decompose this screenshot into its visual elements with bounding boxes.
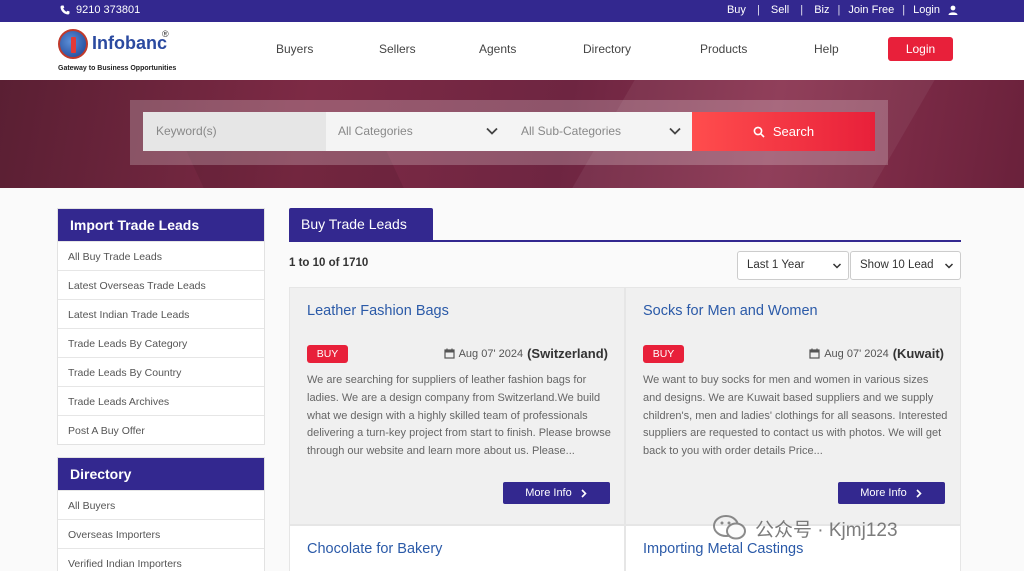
wechat-icon	[713, 515, 746, 540]
category-select-value: All Categories	[338, 124, 413, 138]
watermark-text: 公众号 · Kjmj123	[755, 519, 898, 541]
directory-panel: Directory All Buyers Overseas Importers …	[57, 457, 265, 571]
logo-registered-mark: ®	[162, 29, 169, 39]
sidebar-item-overseas-importers[interactable]: Overseas Importers	[58, 519, 264, 548]
site-header: Infobanc ® Gateway to Business Opportuni…	[0, 22, 1024, 80]
chevron-down-icon	[486, 127, 498, 135]
sidebar-item-trade-leads-archives[interactable]: Trade Leads Archives	[58, 386, 264, 415]
user-icon[interactable]	[948, 5, 958, 15]
tab-bar: Buy Trade Leads	[289, 208, 961, 242]
trade-lead-description: We want to buy socks for men and women i…	[643, 374, 948, 458]
trade-lead-title[interactable]: Leather Fashion Bags	[307, 303, 449, 319]
sidebar-item-latest-indian-trade-leads[interactable]: Latest Indian Trade Leads	[58, 299, 264, 328]
trade-lead-title[interactable]: Socks for Men and Women	[643, 303, 818, 319]
subcategory-select[interactable]: All Sub-Categories	[509, 112, 692, 151]
buy-badge: BUY	[307, 345, 348, 363]
trade-lead-description: We are searching for suppliers of leathe…	[307, 374, 611, 458]
import-trade-leads-panel: Import Trade Leads All Buy Trade Leads L…	[57, 208, 265, 445]
topbar-biz-link[interactable]: Biz	[814, 4, 829, 16]
infobanc-logo[interactable]: Infobanc ® Gateway to Business Opportuni…	[58, 27, 178, 73]
search-icon	[753, 126, 765, 138]
top-bar: 9210 373801 Buy | Sell | Biz | Join Free…	[0, 0, 1024, 22]
calendar-icon	[443, 348, 455, 359]
more-info-button[interactable]: More Info	[838, 482, 945, 504]
trade-lead-date-text: Aug 07' 2024	[458, 347, 524, 360]
search-button-label: Search	[772, 124, 815, 139]
wechat-watermark: 公众号 · Kjmj123	[713, 514, 898, 542]
nav-products[interactable]: Products	[700, 42, 747, 56]
keyword-input[interactable]: Keyword(s)	[143, 112, 327, 151]
phone-icon	[60, 5, 70, 15]
trade-lead-title[interactable]: Chocolate for Bakery	[307, 541, 442, 557]
chevron-down-icon	[832, 263, 842, 269]
sidebar-item-all-buy-trade-leads[interactable]: All Buy Trade Leads	[58, 241, 264, 270]
more-info-label: More Info	[525, 487, 572, 499]
chevron-right-icon	[581, 488, 587, 498]
tab-buy-trade-leads[interactable]: Buy Trade Leads	[289, 208, 433, 241]
chevron-down-icon	[669, 127, 681, 135]
result-count: 1 to 10 of 1710	[289, 257, 369, 269]
phone-contact[interactable]: 9210 373801	[60, 4, 140, 16]
topbar-sell-link[interactable]: Sell	[771, 4, 789, 16]
more-info-button[interactable]: More Info	[503, 482, 610, 504]
subcategory-select-value: All Sub-Categories	[521, 124, 622, 138]
login-button[interactable]: Login	[888, 37, 953, 61]
sidebar-item-trade-leads-by-category[interactable]: Trade Leads By Category	[58, 328, 264, 357]
sidebar-item-latest-overseas-trade-leads[interactable]: Latest Overseas Trade Leads	[58, 270, 264, 299]
trade-lead-date: Aug 07' 2024 (Switzerland)	[443, 346, 608, 361]
calendar-icon	[809, 348, 820, 359]
hero-banner: Keyword(s) All Categories All Sub-Catego…	[0, 80, 1024, 188]
panel-title: Directory	[58, 458, 264, 490]
sidebar-item-all-buyers[interactable]: All Buyers	[58, 490, 264, 519]
trade-lead-date: Aug 07' 2024 (Kuwait)	[809, 346, 944, 361]
divider: |	[837, 4, 841, 16]
nav-buyers[interactable]: Buyers	[276, 42, 313, 56]
period-filter-select[interactable]: Last 1 Year	[737, 251, 849, 280]
sidebar-item-post-a-buy-offer[interactable]: Post A Buy Offer	[58, 415, 264, 444]
logo-tagline: Gateway to Business Opportunities	[58, 65, 177, 72]
period-filter-value: Last 1 Year	[747, 259, 805, 271]
trade-lead-country: (Switzerland)	[527, 346, 608, 361]
divider: |	[797, 4, 807, 16]
search-button[interactable]: Search	[692, 112, 875, 151]
sidebar-item-verified-indian-importers[interactable]: Verified Indian Importers	[58, 548, 264, 571]
topbar-join-free-link[interactable]: Join Free	[848, 4, 894, 16]
trade-lead-card: Chocolate for Bakery	[289, 525, 625, 571]
divider: |	[902, 4, 906, 16]
logo-globe-icon	[58, 29, 88, 59]
trade-lead-title[interactable]: Importing Metal Castings	[643, 541, 803, 557]
phone-number: 9210 373801	[76, 4, 141, 16]
trade-lead-card: Leather Fashion Bags BUY Aug 07' 2024 (S…	[289, 287, 625, 525]
nav-help[interactable]: Help	[814, 42, 839, 56]
divider: |	[753, 4, 763, 16]
panel-title: Import Trade Leads	[58, 209, 264, 241]
sidebar-item-trade-leads-by-country[interactable]: Trade Leads By Country	[58, 357, 264, 386]
trade-lead-country: (Kuwait)	[892, 346, 944, 361]
nav-directory[interactable]: Directory	[583, 42, 631, 56]
buy-badge: BUY	[643, 345, 684, 363]
chevron-down-icon	[944, 263, 954, 269]
category-select[interactable]: All Categories	[326, 112, 509, 151]
chevron-right-icon	[916, 488, 922, 498]
logo-name: Infobanc	[92, 33, 167, 53]
topbar-buy-link[interactable]: Buy	[727, 4, 746, 16]
show-count-value: Show 10 Lead	[860, 259, 934, 271]
search-bar: Keyword(s) All Categories All Sub-Catego…	[130, 100, 888, 165]
nav-sellers[interactable]: Sellers	[379, 42, 416, 56]
more-info-label: More Info	[860, 487, 907, 499]
show-count-select[interactable]: Show 10 Lead	[850, 251, 961, 280]
nav-agents[interactable]: Agents	[479, 42, 516, 56]
trade-lead-card: Socks for Men and Women BUY Aug 07' 2024…	[625, 287, 961, 525]
topbar-login-link[interactable]: Login	[913, 4, 940, 16]
trade-lead-date-text: Aug 07' 2024	[824, 347, 889, 360]
